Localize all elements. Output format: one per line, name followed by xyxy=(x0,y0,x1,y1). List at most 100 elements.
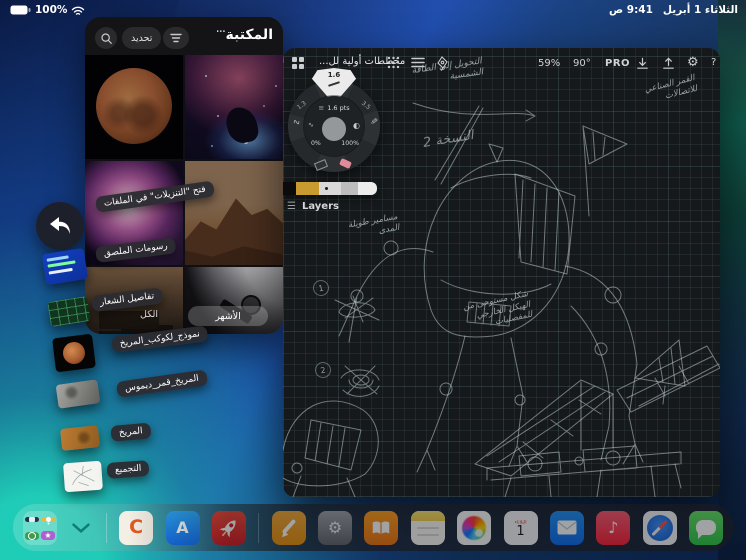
safari-compass-icon xyxy=(646,514,673,541)
palette-swatch-black[interactable] xyxy=(283,182,296,195)
dock-divider xyxy=(105,512,107,543)
dock-icon-rocket[interactable] xyxy=(211,510,246,545)
gear-icon: ⚙ xyxy=(687,55,699,70)
dock-icon-photos[interactable] xyxy=(457,510,492,545)
more-button[interactable]: ··· xyxy=(216,25,226,40)
dock-icon-books[interactable] xyxy=(364,510,399,545)
dock-icon-notes[interactable] xyxy=(410,510,445,545)
dock-divider xyxy=(258,512,260,543)
dock: ★ C A ⚙ الثلاثاء 1 ♪ xyxy=(13,504,733,551)
pencil-tool-icon xyxy=(326,79,342,89)
drag-return-badge[interactable] xyxy=(36,202,84,250)
rocket-icon xyxy=(219,519,236,538)
photos-flower-icon xyxy=(462,515,487,540)
mini-app-icon-green xyxy=(25,531,39,540)
tool-wheel-center[interactable]: ≡ 1.6 pts ∿ ◐ 0% 100% xyxy=(304,96,364,156)
selected-color-dot xyxy=(325,187,328,190)
tab-months-selected[interactable]: الأشهر xyxy=(188,306,268,326)
opacity-min: 0% xyxy=(311,140,321,147)
calendar-day: 1 xyxy=(516,523,525,539)
pen-tool-icon[interactable]: ✎ xyxy=(368,117,379,125)
palette-swatch-lightgray[interactable] xyxy=(319,182,341,195)
envelope-icon xyxy=(557,520,577,535)
tool-wheel[interactable]: 1.6 1.3 3.5 ∿ ✎ ≡ 1.6 pts ∿ ◐ 0% 100% xyxy=(288,68,380,172)
help-button[interactable]: ? xyxy=(711,57,716,68)
layers-panel-header[interactable]: ☰ Layers xyxy=(287,201,339,212)
tab-all[interactable]: الكل xyxy=(140,309,158,320)
drag-thumb-mars-texture[interactable] xyxy=(59,425,101,451)
wallpaper-right-strip xyxy=(718,0,746,560)
chevron-down-icon xyxy=(72,522,91,533)
wifi-icon xyxy=(72,6,85,15)
gear-icon: ⚙ xyxy=(327,518,343,537)
dock-icon-settings[interactable]: ⚙ xyxy=(318,510,352,545)
concepts-logo: C xyxy=(129,515,144,538)
palette-swatch-gray[interactable] xyxy=(341,182,358,195)
select-button[interactable]: تحديد xyxy=(122,27,162,49)
palette-swatch-gold-selected[interactable] xyxy=(296,182,319,195)
smoothing-icon: ∿ xyxy=(308,121,314,129)
stroke-lines-icon: ≡ xyxy=(318,104,325,112)
photos-window: تحديد ··· المكتبة الكل الأشهر xyxy=(85,17,283,334)
concepts-window: التحويل إلى الطاقة الشمسية القمر الصناعي… xyxy=(283,48,720,497)
menu-button[interactable] xyxy=(411,57,425,68)
status-right-cluster: 9:41 ص الثلاثاء 1 أبريل xyxy=(609,4,738,16)
contrast-icon: ◐ xyxy=(353,121,360,130)
drag-label-deimos[interactable]: المريخ_قمر_ديموس xyxy=(115,369,208,398)
dock-icon-calendar[interactable]: الثلاثاء 1 xyxy=(503,510,538,545)
filter-button[interactable] xyxy=(163,27,189,49)
dock-icon-drawing-app[interactable] xyxy=(271,510,306,545)
photo-grid xyxy=(85,55,283,334)
dock-icon-music[interactable]: ♪ xyxy=(596,510,631,545)
battery-percent: 100% xyxy=(35,4,68,16)
color-palette-bar[interactable] xyxy=(283,182,377,195)
dock-icon-app-store[interactable]: A xyxy=(165,510,200,545)
open-book-icon xyxy=(373,521,390,534)
mini-app-icon-star: ★ xyxy=(41,531,55,540)
vector-pen-button[interactable] xyxy=(435,56,449,71)
palette-swatch-white[interactable] xyxy=(358,182,377,195)
color-knob[interactable] xyxy=(322,117,346,141)
dock-icon-safari[interactable] xyxy=(642,510,677,545)
photos-header: تحديد ··· المكتبة xyxy=(85,17,283,55)
stroke-width-value: 1.6 pts xyxy=(327,104,350,112)
dock-widget-folder[interactable]: ★ xyxy=(23,510,57,545)
speech-bubble-icon xyxy=(696,520,716,535)
dock-icon-concepts[interactable]: C xyxy=(119,510,154,545)
zoom-level[interactable]: 59% xyxy=(538,58,560,69)
pro-badge[interactable]: PRO xyxy=(605,58,630,69)
music-note-icon: ♪ xyxy=(608,518,619,537)
drag-thumb-poster[interactable] xyxy=(41,247,89,286)
battery-icon xyxy=(10,5,31,15)
photos-tabs: الكل الأشهر xyxy=(85,306,283,326)
drag-label-mars[interactable]: المريخ xyxy=(110,422,152,442)
library-title: المكتبة xyxy=(225,27,273,43)
dock-collapse-button[interactable] xyxy=(69,511,93,545)
export-button[interactable] xyxy=(661,56,676,71)
settings-button[interactable]: ⚙ xyxy=(687,55,699,70)
search-button[interactable] xyxy=(95,27,117,49)
select-label: تحديد xyxy=(131,32,153,44)
status-date: الثلاثاء 1 أبريل xyxy=(662,4,738,16)
rotation-value[interactable]: 90° xyxy=(573,58,591,69)
dock-icon-mail[interactable] xyxy=(549,510,584,545)
dots-grid-icon xyxy=(387,56,400,69)
pen-nib-icon xyxy=(437,56,448,71)
opacity-max: 100% xyxy=(341,140,359,147)
import-button[interactable] xyxy=(635,56,650,71)
status-left-cluster: 100% xyxy=(10,4,85,16)
ipad-screen: 100% 9:41 ص الثلاثاء 1 أبريل تحديد ··· ا… xyxy=(0,0,746,560)
compass-needle xyxy=(651,519,668,536)
drag-thumb-mars-model[interactable] xyxy=(52,333,96,373)
layers-menu-icon: ☰ xyxy=(287,201,296,212)
app-store-glyph: A xyxy=(176,518,189,537)
dock-icon-messages[interactable] xyxy=(689,510,723,545)
back-arrow-icon xyxy=(50,217,70,234)
drag-thumb-deimos[interactable] xyxy=(55,379,101,409)
mini-app-icon-tips xyxy=(41,517,55,522)
drag-label-assembly[interactable]: التجميع xyxy=(106,460,150,479)
status-time: 9:41 ص xyxy=(609,4,653,16)
drag-thumb-assembly-sketch[interactable] xyxy=(63,460,103,493)
precision-button[interactable] xyxy=(387,56,400,69)
share-icon xyxy=(663,57,674,69)
